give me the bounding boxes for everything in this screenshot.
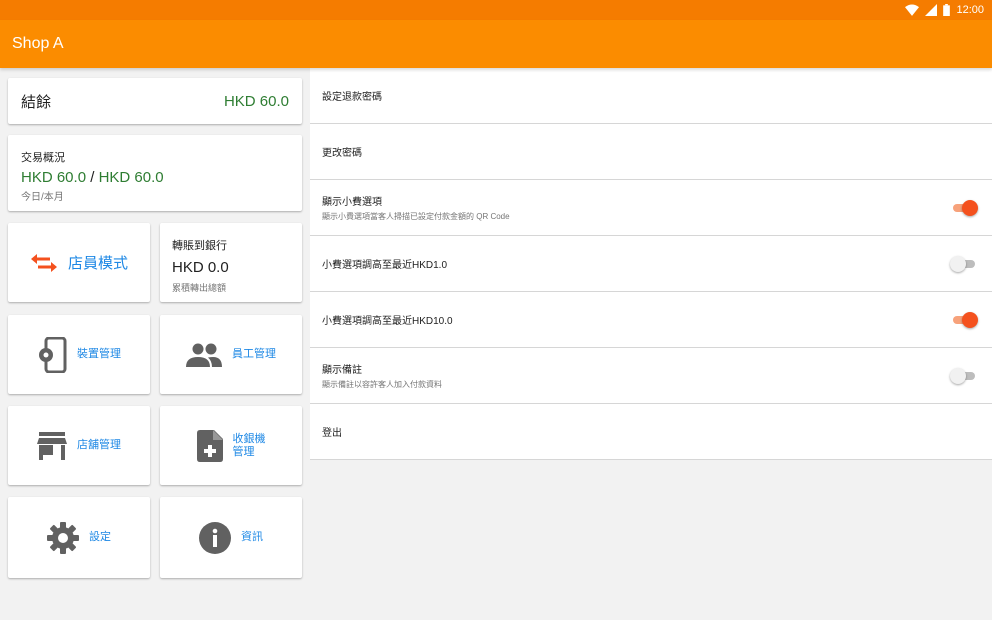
set-refund-password-item[interactable]: 設定退款密碼: [310, 68, 992, 124]
tip-round-hkd10-item[interactable]: 小費選項調高至最近HKD10.0: [310, 292, 992, 348]
overview-title: 交易概況: [21, 152, 65, 164]
staff-mode-button[interactable]: 店員模式: [8, 223, 150, 302]
cell-signal-icon: [925, 4, 938, 16]
staff-management-label: 員工管理: [232, 348, 276, 360]
transaction-overview-card[interactable]: 交易概況 HKD 60.0 / HKD 60.0 今日/本月: [8, 135, 302, 211]
device-settings-icon: [39, 336, 67, 373]
tip-round-hkd1-toggle[interactable]: [950, 255, 978, 273]
show-remarks-item[interactable]: 顯示備註 顯示備註以容許客人加入付款資料: [310, 348, 992, 404]
people-icon: [186, 343, 222, 367]
balance-label: 結餘: [21, 93, 52, 111]
settings-label: 設定: [89, 531, 111, 543]
settings-button[interactable]: 設定: [8, 497, 150, 578]
setting-title: 小費選項調高至最近HKD10.0: [322, 316, 453, 327]
info-label: 資訊: [241, 531, 263, 543]
staff-management-button[interactable]: 員工管理: [160, 315, 302, 394]
tip-round-hkd10-toggle[interactable]: [950, 311, 978, 329]
setting-description: 顯示小費選項當客人掃描已設定付款金額的 QR Code: [322, 212, 510, 221]
bank-transfer-card[interactable]: 轉賬到銀行 HKD 0.0 累積轉出總額: [160, 223, 302, 302]
cash-register-management-label: 收銀機 管理: [233, 433, 266, 459]
staff-mode-label: 店員模式: [67, 255, 128, 272]
overview-subtitle: 今日/本月: [21, 192, 64, 203]
cash-register-management-button[interactable]: 收銀機 管理: [160, 406, 302, 485]
setting-title: 登出: [322, 428, 342, 439]
info-icon: [199, 521, 231, 554]
cash-register-label-line1: 收銀機: [232, 432, 266, 445]
transfer-subtitle: 累積轉出總額: [172, 283, 227, 293]
change-password-item[interactable]: 更改密碼: [310, 124, 992, 180]
app-title: Shop A: [12, 35, 64, 52]
today-amount: HKD 60.0: [21, 169, 87, 186]
dashboard-pane: 結餘 HKD 60.0 交易概況 HKD 60.0 / HKD 60.0 今日/…: [0, 68, 310, 620]
store-icon: [37, 431, 67, 460]
setting-title: 顯示小費選項: [322, 197, 382, 208]
battery-icon: [943, 4, 951, 16]
setting-title: 小費選項調高至最近HKD1.0: [322, 260, 448, 271]
balance-card[interactable]: 結餘 HKD 60.0: [8, 78, 302, 124]
device-management-button[interactable]: 裝置管理: [8, 315, 150, 394]
wifi-icon: [905, 4, 920, 16]
status-bar: 12:00: [0, 0, 992, 20]
store-management-button[interactable]: 店舖管理: [8, 406, 150, 485]
month-amount: HKD 60.0: [98, 169, 164, 186]
swap-arrows-icon: [30, 253, 57, 272]
setting-title: 顯示備註: [322, 365, 362, 376]
overview-amounts: HKD 60.0 / HKD 60.0: [21, 169, 289, 186]
setting-title: 更改密碼: [322, 148, 362, 159]
info-button[interactable]: 資訊: [160, 497, 302, 578]
cash-register-label-line2: 管理: [232, 445, 255, 458]
logout-item[interactable]: 登出: [310, 404, 992, 460]
balance-value: HKD 60.0: [223, 92, 289, 110]
settings-list: 設定退款密碼 更改密碼 顯示小費選項 顯示小費選項當客人掃描已設定付款金額的 Q…: [310, 68, 992, 460]
device-management-label: 裝置管理: [77, 348, 121, 360]
amount-separator: /: [90, 169, 95, 186]
show-tip-options-toggle[interactable]: [950, 199, 978, 217]
show-remarks-toggle[interactable]: [950, 367, 978, 385]
store-management-label: 店舖管理: [77, 439, 121, 451]
add-document-icon: [196, 429, 223, 462]
show-tip-options-item[interactable]: 顯示小費選項 顯示小費選項當客人掃描已設定付款金額的 QR Code: [310, 180, 992, 236]
setting-title: 設定退款密碼: [322, 92, 382, 103]
app-bar: Shop A: [0, 20, 992, 68]
gear-icon: [47, 521, 79, 554]
transfer-title: 轉賬到銀行: [172, 240, 227, 252]
setting-description: 顯示備註以容許客人加入付款資料: [322, 380, 442, 389]
tip-round-hkd1-item[interactable]: 小費選項調高至最近HKD1.0: [310, 236, 992, 292]
transfer-value: HKD 0.0: [172, 259, 229, 276]
clock: 12:00: [956, 4, 984, 16]
